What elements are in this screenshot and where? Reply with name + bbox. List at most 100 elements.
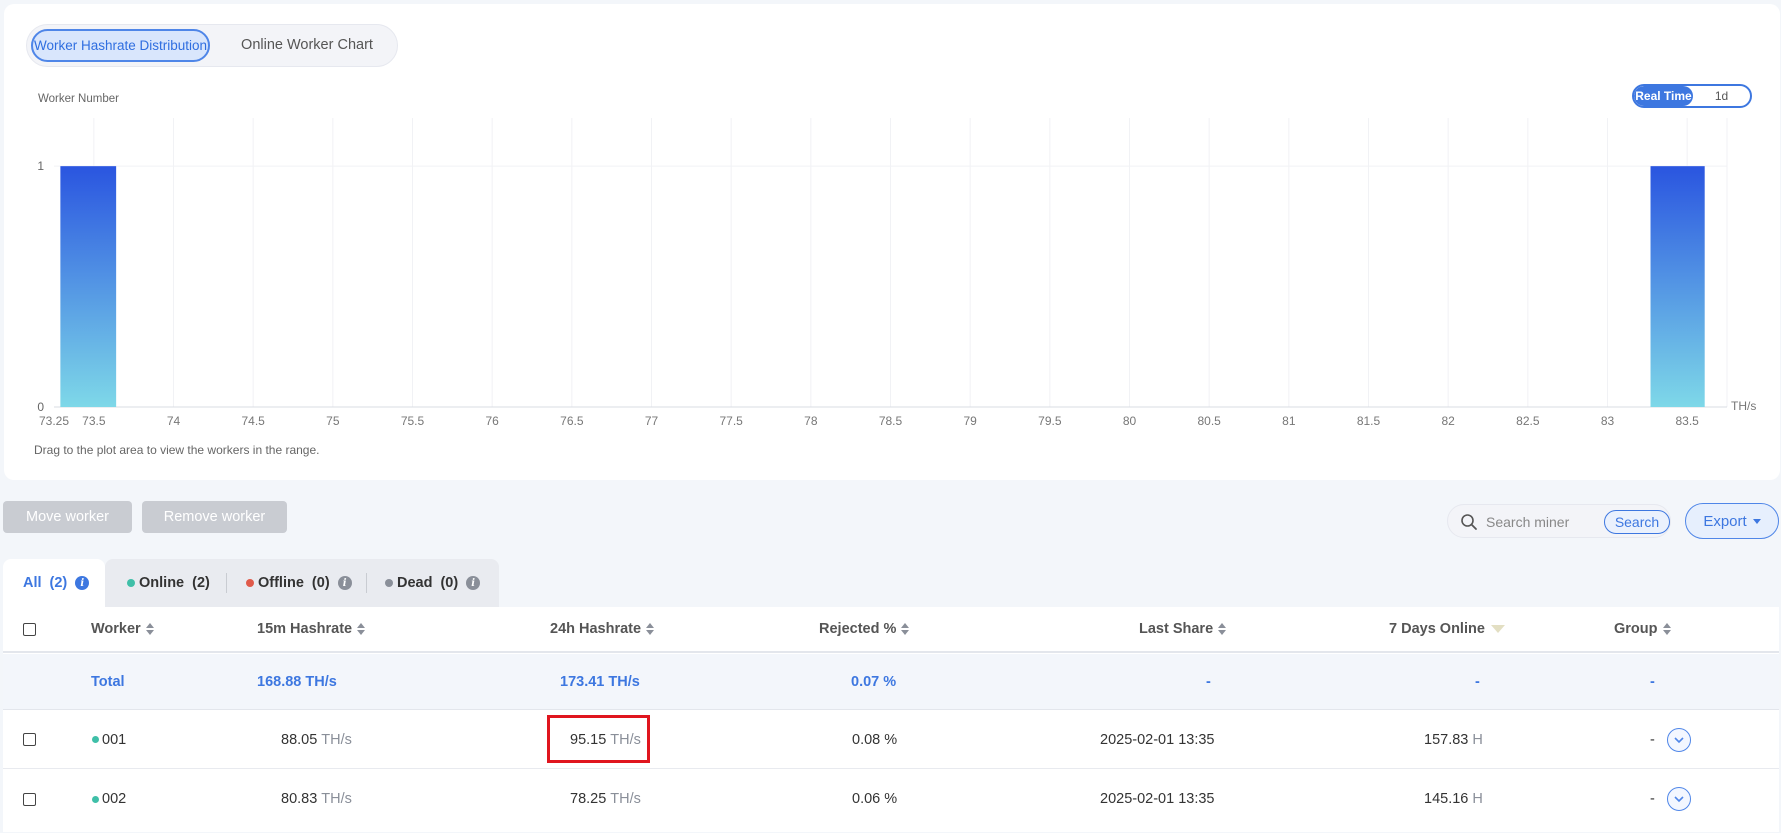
x-tick-label: 74 bbox=[167, 414, 181, 428]
sort-icon bbox=[646, 623, 655, 635]
sort-icon bbox=[1218, 623, 1227, 635]
tab-online[interactable]: Online (2) bbox=[105, 559, 226, 607]
header-24h-label: 24h Hashrate bbox=[550, 621, 642, 637]
expand-cell bbox=[1667, 711, 1691, 768]
y-tick-label: 1 bbox=[37, 159, 44, 173]
x-tick-label: 73.5 bbox=[82, 414, 106, 428]
info-icon[interactable]: i bbox=[466, 576, 481, 590]
unit: TH/s bbox=[321, 791, 352, 807]
x-tick-label: 75.5 bbox=[401, 414, 425, 428]
worker-name-cell: 002 bbox=[92, 770, 126, 828]
x-tick-label: 80.5 bbox=[1197, 414, 1221, 428]
worker-last-share: 2025-02-01 13:35 bbox=[1100, 791, 1215, 807]
search-icon bbox=[1461, 514, 1477, 530]
tab-divider bbox=[226, 573, 227, 593]
offline-dot-icon bbox=[246, 579, 254, 587]
export-button[interactable]: Export bbox=[1685, 503, 1779, 539]
search-input[interactable] bbox=[1486, 512, 1596, 532]
tab-all-label: All bbox=[23, 575, 42, 591]
unit: TH/s bbox=[321, 731, 352, 748]
hashrate-distribution-chart[interactable]: Worker Number 73.25 73.5 74 74.5 75 75.5 76 76.… bbox=[0, 0, 1781, 480]
sort-icon bbox=[1662, 623, 1671, 635]
row-checkbox[interactable] bbox=[23, 792, 36, 806]
x-tick-label: 81.5 bbox=[1357, 414, 1381, 428]
table-row[interactable]: 001 88.05 TH/s 95.15 TH/s 0.08 % 2025-02-0… bbox=[3, 711, 1779, 769]
total-rejected: 0.07 % bbox=[851, 673, 897, 690]
move-worker-button[interactable]: Move worker bbox=[3, 501, 132, 533]
info-icon[interactable]: i bbox=[337, 576, 352, 590]
select-all-checkbox-cell bbox=[23, 607, 36, 651]
x-tick-label: 82.5 bbox=[1516, 414, 1540, 428]
row-checkbox-cell bbox=[23, 770, 36, 828]
y-tick-label: 0 bbox=[37, 400, 44, 414]
total-24h-hashrate: 173.41 TH/s bbox=[560, 673, 640, 690]
tab-dead[interactable]: Dead (0) i bbox=[366, 559, 500, 607]
header-group[interactable]: Group bbox=[1614, 607, 1671, 651]
x-tick-label: 74.5 bbox=[241, 414, 265, 428]
tab-online-label: Online bbox=[139, 575, 185, 591]
x-tick-label: 83.5 bbox=[1675, 414, 1699, 428]
x-tick-label: 78 bbox=[804, 414, 818, 428]
worker-last-share: 2025-02-01 13:35 bbox=[1100, 731, 1215, 748]
expand-chevron-icon[interactable] bbox=[1667, 787, 1691, 811]
x-tick-label: 81 bbox=[1282, 414, 1296, 428]
header-15m-hashrate[interactable]: 15m Hashrate bbox=[257, 607, 366, 651]
worker-15m-hashrate: 80.83 TH/s bbox=[281, 770, 352, 828]
worker-name[interactable]: 002 bbox=[102, 791, 126, 807]
dead-dot-icon bbox=[385, 579, 393, 587]
x-tick-label: 76.5 bbox=[560, 414, 584, 428]
info-icon[interactable]: i bbox=[75, 576, 90, 590]
histogram-bar[interactable] bbox=[1650, 166, 1705, 407]
tab-all-count: (2) bbox=[49, 575, 68, 591]
x-axis-unit: TH/s bbox=[1731, 399, 1756, 413]
worker-7-days-online: 145.16 H bbox=[1424, 770, 1483, 828]
header-worker-label: Worker bbox=[91, 621, 141, 637]
tab-all[interactable]: All (2) i bbox=[3, 559, 105, 607]
remove-worker-button[interactable]: Remove worker bbox=[142, 501, 287, 533]
value: 88.05 bbox=[281, 731, 318, 748]
tab-dead-count: (0) bbox=[440, 575, 459, 591]
online-dot-icon bbox=[92, 795, 99, 803]
total-group: - bbox=[1650, 673, 1655, 690]
expand-chevron-icon[interactable] bbox=[1667, 727, 1691, 752]
header-rejected[interactable]: Rejected % bbox=[819, 607, 910, 651]
select-all-checkbox[interactable] bbox=[23, 622, 36, 636]
value: 78.25 bbox=[570, 791, 607, 807]
header-7-days-online[interactable]: 7 Days Online bbox=[1389, 607, 1505, 651]
tab-offline-count: (0) bbox=[311, 575, 330, 591]
row-checkbox[interactable] bbox=[23, 733, 36, 746]
header-group-label: Group bbox=[1614, 621, 1658, 637]
search-button[interactable]: Search bbox=[1604, 510, 1670, 534]
worker-7-days-online: 157.83 H bbox=[1424, 711, 1483, 768]
tab-offline-label: Offline bbox=[258, 575, 304, 591]
header-last-share-label: Last Share bbox=[1139, 621, 1214, 637]
tab-online-count: (2) bbox=[192, 575, 210, 591]
worker-name[interactable]: 001 bbox=[102, 732, 126, 748]
header-worker[interactable]: Worker bbox=[91, 607, 154, 651]
sort-icon bbox=[901, 623, 910, 635]
worker-group: - bbox=[1650, 731, 1655, 748]
search-box: Search bbox=[1447, 504, 1671, 538]
worker-rejected: 0.06 % bbox=[852, 791, 898, 807]
row-checkbox-cell bbox=[23, 711, 36, 768]
x-tick-label: 77.5 bbox=[719, 414, 743, 428]
unit: TH/s bbox=[610, 791, 641, 807]
tab-offline[interactable]: Offline (0) i bbox=[226, 559, 366, 607]
tab-divider bbox=[366, 573, 367, 593]
expand-cell bbox=[1667, 770, 1691, 828]
value: 80.83 bbox=[281, 791, 318, 807]
x-tick-label: 80 bbox=[1123, 414, 1137, 428]
header-last-share[interactable]: Last Share bbox=[1139, 607, 1227, 651]
table-row[interactable]: 002 80.83 TH/s 78.25 TH/s 0.06 % 2025-02-0… bbox=[3, 770, 1779, 828]
worker-table: Worker 15m Hashrate 24h Hashrate Rejecte… bbox=[3, 607, 1779, 832]
histogram-bar[interactable] bbox=[60, 166, 117, 407]
total-7-days-online: - bbox=[1475, 673, 1480, 690]
sort-desc-icon bbox=[1490, 625, 1505, 633]
x-tick-label: 83 bbox=[1601, 414, 1615, 428]
worker-status-tabs: All (2) i Online (2) Offline (0) i Dead … bbox=[3, 559, 500, 607]
table-header: Worker 15m Hashrate 24h Hashrate Rejecte… bbox=[3, 607, 1779, 653]
value: 145.16 bbox=[1424, 791, 1469, 807]
header-15m-label: 15m Hashrate bbox=[257, 621, 353, 637]
header-24h-hashrate[interactable]: 24h Hashrate bbox=[550, 607, 655, 651]
x-tick-label: 77 bbox=[645, 414, 659, 428]
